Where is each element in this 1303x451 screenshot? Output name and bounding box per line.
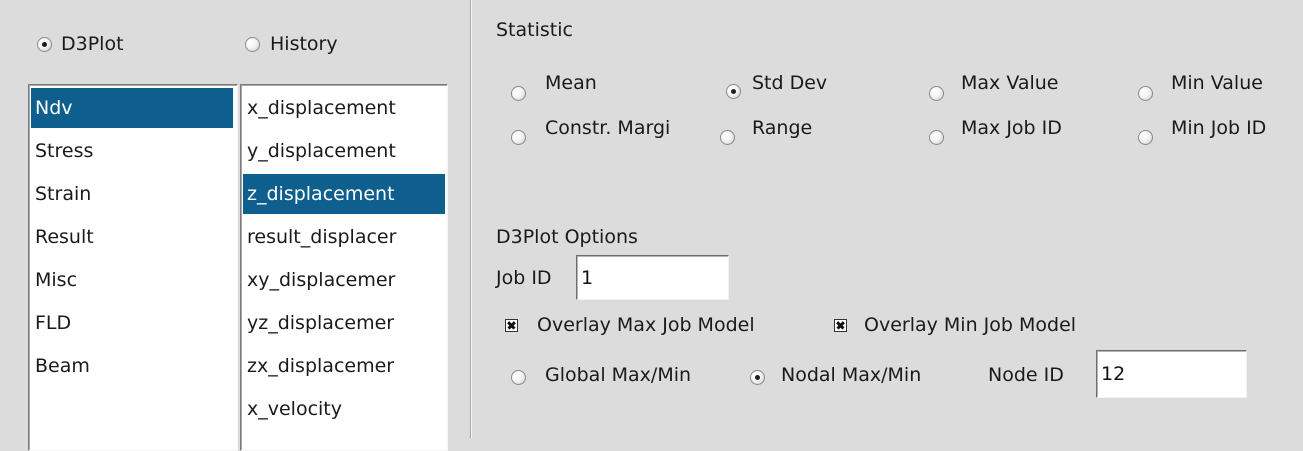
history-radio-label: History bbox=[270, 33, 338, 55]
list-item-variable-selected[interactable]: z_displacement bbox=[243, 174, 445, 214]
d3plot-radio[interactable] bbox=[37, 37, 52, 52]
list-item-variable[interactable]: result_displacer bbox=[243, 217, 445, 257]
range-label: Range bbox=[752, 117, 813, 139]
list-item-beam[interactable]: Beam bbox=[31, 346, 233, 386]
mean-radio[interactable] bbox=[511, 86, 526, 101]
node-id-label: Node ID bbox=[988, 364, 1064, 386]
list-item-variable[interactable]: y_displacement bbox=[243, 131, 445, 171]
category-list[interactable]: Ndv Stress Strain Result Misc FLD Beam bbox=[28, 84, 238, 451]
max-value-radio[interactable] bbox=[929, 86, 944, 101]
global-maxmin-radio[interactable] bbox=[511, 370, 526, 385]
overlay-min-label: Overlay Min Job Model bbox=[864, 314, 1077, 336]
statistic-title: Statistic bbox=[496, 19, 573, 41]
list-item-variable[interactable]: yz_displacemer bbox=[243, 303, 445, 343]
list-item-strain[interactable]: Strain bbox=[31, 174, 233, 214]
overlay-min-checkbox[interactable] bbox=[834, 319, 847, 332]
job-id-input[interactable] bbox=[576, 255, 729, 300]
constr-margin-label: Constr. Margi bbox=[545, 117, 671, 139]
list-item-variable[interactable]: zx_displacemer bbox=[243, 346, 445, 386]
d3plot-radio-label: D3Plot bbox=[61, 33, 124, 55]
overlay-max-checkbox[interactable] bbox=[505, 319, 518, 332]
range-radio[interactable] bbox=[720, 130, 735, 145]
overlay-max-label: Overlay Max Job Model bbox=[537, 314, 755, 336]
list-item-variable[interactable]: xy_displacemer bbox=[243, 260, 445, 300]
std-dev-radio[interactable] bbox=[726, 84, 741, 99]
list-item-fld[interactable]: FLD bbox=[31, 303, 233, 343]
panel-separator bbox=[470, 0, 471, 439]
min-value-radio[interactable] bbox=[1138, 86, 1153, 101]
d3plot-options-title: D3Plot Options bbox=[496, 226, 638, 248]
nodal-maxmin-label: Nodal Max/Min bbox=[781, 364, 922, 386]
history-radio[interactable] bbox=[245, 37, 260, 52]
max-job-id-label: Max Job ID bbox=[961, 117, 1062, 139]
min-job-id-radio[interactable] bbox=[1138, 130, 1153, 145]
node-id-input[interactable] bbox=[1096, 350, 1247, 398]
variable-list[interactable]: x_displacement y_displacement z_displace… bbox=[240, 84, 448, 451]
job-id-label: Job ID bbox=[496, 267, 552, 289]
list-item-ndv[interactable]: Ndv bbox=[31, 88, 233, 128]
min-job-id-label: Min Job ID bbox=[1171, 117, 1267, 139]
mean-label: Mean bbox=[545, 72, 597, 94]
list-item-variable[interactable]: x_velocity bbox=[243, 389, 445, 429]
list-item-misc[interactable]: Misc bbox=[31, 260, 233, 300]
max-value-label: Max Value bbox=[961, 72, 1059, 94]
constr-margin-radio[interactable] bbox=[511, 130, 526, 145]
nodal-maxmin-radio[interactable] bbox=[750, 370, 765, 385]
list-item-result[interactable]: Result bbox=[31, 217, 233, 257]
list-item-stress[interactable]: Stress bbox=[31, 131, 233, 171]
std-dev-label: Std Dev bbox=[752, 72, 828, 94]
min-value-label: Min Value bbox=[1171, 72, 1263, 94]
max-job-id-radio[interactable] bbox=[929, 130, 944, 145]
list-item-variable[interactable]: x_displacement bbox=[243, 88, 445, 128]
global-maxmin-label: Global Max/Min bbox=[545, 364, 692, 386]
